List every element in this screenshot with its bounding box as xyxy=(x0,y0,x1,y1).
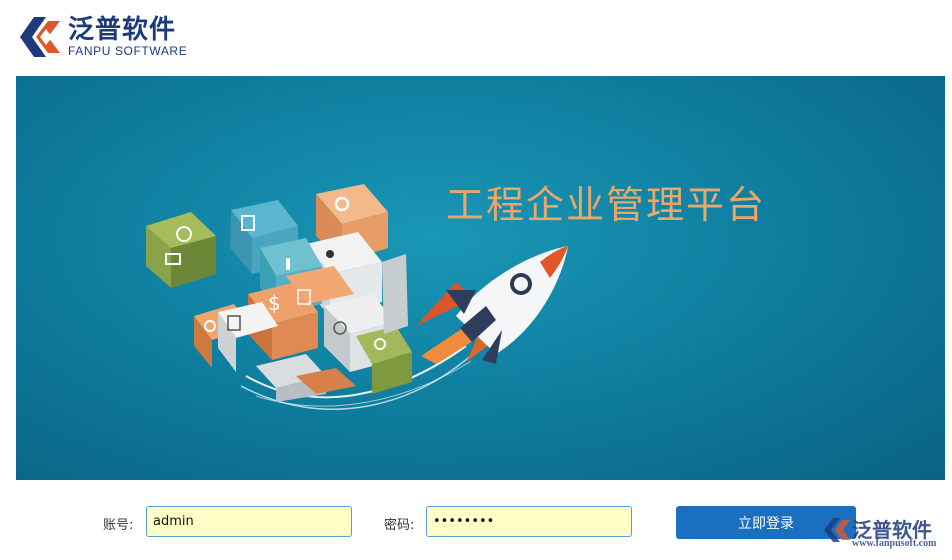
login-form: 账号: 密码: 立即登录 xyxy=(0,506,952,540)
logo-en-text: FANPU SOFTWARE xyxy=(68,44,188,58)
watermark: 泛普软件 www.fanpusoft.com xyxy=(822,514,948,556)
logo-cn-text: 泛普软件 xyxy=(68,15,177,45)
password-label: 密码: xyxy=(384,518,415,533)
cube-rocket-illustration: $ xyxy=(146,184,568,410)
svg-text:$: $ xyxy=(268,291,281,315)
brand-logo: 泛普软件 FANPU SOFTWARE xyxy=(16,14,187,60)
fanpu-logo-icon xyxy=(20,17,60,57)
platform-title: 工程企业管理平台 xyxy=(446,183,767,227)
rocket-illustration xyxy=(416,246,568,364)
username-label: 账号: xyxy=(103,518,134,533)
username-input[interactable] xyxy=(146,506,352,537)
password-input[interactable] xyxy=(426,506,632,537)
app-cube-cluster: $ xyxy=(146,184,412,402)
watermark-url-text: www.fanpusoft.com xyxy=(852,538,937,549)
hero-banner: $ 工程企业管理平台 xyxy=(16,76,945,480)
fanpu-watermark-icon xyxy=(824,518,850,542)
